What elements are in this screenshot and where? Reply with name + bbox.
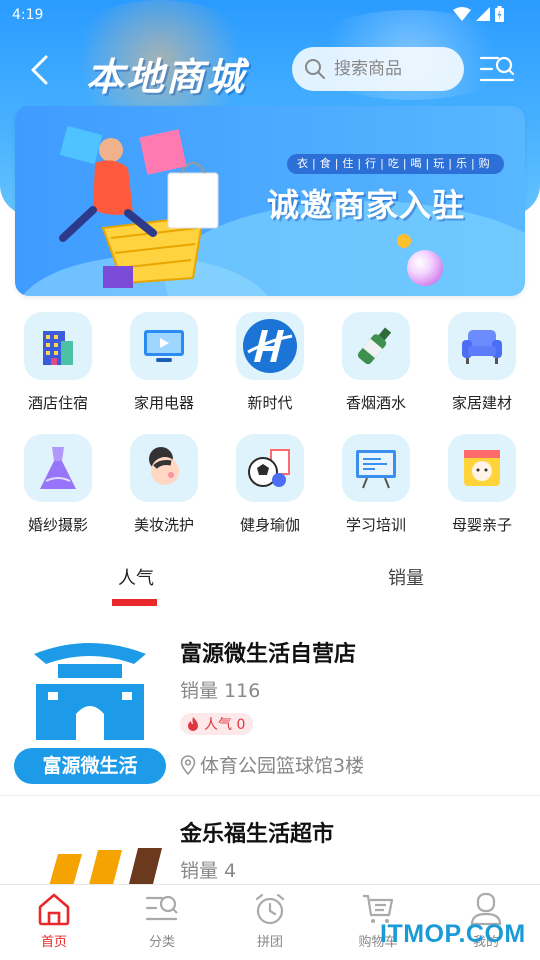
category-label: 学习培训 (345, 516, 406, 534)
banner-slogan: 诚邀商家入驻 (267, 186, 466, 224)
app-title: 本地商城 (86, 55, 247, 99)
store-card[interactable]: 富源微生活 富源微生活自营店 销量 116 人气 0 体育公园篮球馆3楼 (0, 620, 540, 795)
store-name: 富源微生活自营店 (180, 642, 357, 667)
signal-icon (476, 7, 490, 21)
tv-icon (130, 312, 198, 380)
search-bar[interactable] (292, 47, 464, 91)
category-row: 婚纱摄影 美妆洗护 健身瑜伽 学习培训 母婴亲子 (0, 434, 540, 556)
category-liquor[interactable]: 香烟酒水 (336, 312, 416, 434)
category-search-icon (145, 895, 178, 921)
location-pin-icon (180, 754, 196, 775)
tab-active-indicator (112, 599, 157, 606)
category-label: 健身瑜伽 (239, 516, 300, 534)
menu-search-icon[interactable] (478, 52, 516, 88)
category-wedding-photo[interactable]: 婚纱摄影 (18, 434, 98, 556)
store-card[interactable]: 金乐福生活超市 销量 4 (0, 796, 540, 884)
hotel-icon (24, 312, 92, 380)
status-time: 4:19 (12, 7, 44, 23)
liquor-bottle-icon (342, 312, 410, 380)
tab-popular[interactable]: 人气 (118, 564, 154, 590)
top-bar: 本地商城 (0, 44, 540, 99)
promo-banner[interactable]: 衣|食|住|行|吃|喝|玩|乐|购 诚邀商家入驻 (15, 106, 525, 296)
tab-sales[interactable]: 销量 (388, 564, 424, 590)
nav-label: 首页 (40, 935, 67, 950)
store-address-text: 体育公园篮球馆3楼 (200, 755, 365, 777)
category-training[interactable]: 学习培训 (336, 434, 416, 556)
category-label: 婚纱摄影 (27, 516, 88, 534)
makeup-face-icon (130, 434, 198, 502)
category-label: 母婴亲子 (451, 516, 512, 534)
watermark: ITMOP.COM (380, 920, 526, 948)
popularity-badge: 人气 0 (180, 713, 254, 735)
nav-group-buy[interactable]: 拼团 (216, 885, 324, 960)
sort-tabs: 人气 销量 (0, 556, 540, 606)
nav-category[interactable]: 分类 (108, 885, 216, 960)
new-era-logo-icon (236, 312, 304, 380)
coin-decoration (397, 234, 411, 248)
nav-home[interactable]: 首页 (0, 885, 108, 960)
wifi-icon (453, 7, 471, 21)
category-row: 酒店住宿 家用电器 新时代 香烟酒水 家居建材 (0, 312, 540, 434)
store-logo-text: 富源微生活 (42, 754, 137, 777)
category-label: 家居建材 (451, 394, 512, 412)
store-sales: 销量 4 (180, 860, 237, 882)
store-address: 体育公园篮球馆3楼 (180, 751, 364, 778)
category-label: 香烟酒水 (345, 394, 406, 412)
nav-label: 分类 (148, 935, 175, 950)
category-mother-baby[interactable]: 母婴亲子 (442, 434, 522, 556)
category-fitness[interactable]: 健身瑜伽 (230, 434, 310, 556)
category-label: 家用电器 (133, 394, 194, 412)
whiteboard-icon (342, 434, 410, 502)
baby-icon (448, 434, 516, 502)
wedding-dress-icon (24, 434, 92, 502)
back-arrow-icon[interactable] (28, 54, 52, 86)
status-bar: 4:19 (0, 0, 540, 32)
alarm-clock-icon (255, 893, 285, 925)
popularity-text: 人气 0 (204, 717, 246, 733)
category-label: 酒店住宿 (27, 394, 88, 412)
sports-ball-icon (236, 434, 304, 502)
banner-tags: 衣|食|住|行|吃|喝|玩|乐|购 (287, 154, 504, 174)
status-icons (453, 6, 504, 22)
category-appliances[interactable]: 家用电器 (124, 312, 204, 434)
category-new-era[interactable]: 新时代 (230, 312, 310, 434)
store-sales: 销量 116 (180, 680, 261, 702)
category-hotel[interactable]: 酒店住宿 (18, 312, 98, 434)
store-name: 金乐福生活超市 (180, 822, 335, 847)
category-label: 新时代 (247, 394, 293, 412)
store-logo: 富源微生活 (14, 643, 166, 784)
shopping-illustration (59, 125, 219, 288)
category-beauty[interactable]: 美妆洗护 (124, 434, 204, 556)
home-icon (38, 893, 70, 926)
ball-decoration (407, 250, 443, 286)
nav-label: 拼团 (256, 935, 283, 950)
battery-icon (495, 6, 504, 22)
category-label: 美妆洗护 (133, 516, 194, 534)
store-logo (49, 848, 162, 884)
search-input[interactable] (334, 59, 454, 79)
category-home-building[interactable]: 家居建材 (442, 312, 522, 434)
search-icon (305, 59, 325, 79)
fire-icon (188, 717, 198, 731)
sofa-icon (448, 312, 516, 380)
category-grid: 酒店住宿 家用电器 新时代 香烟酒水 家居建材 婚纱摄影 美妆洗护 健身瑜伽 学… (0, 312, 540, 556)
